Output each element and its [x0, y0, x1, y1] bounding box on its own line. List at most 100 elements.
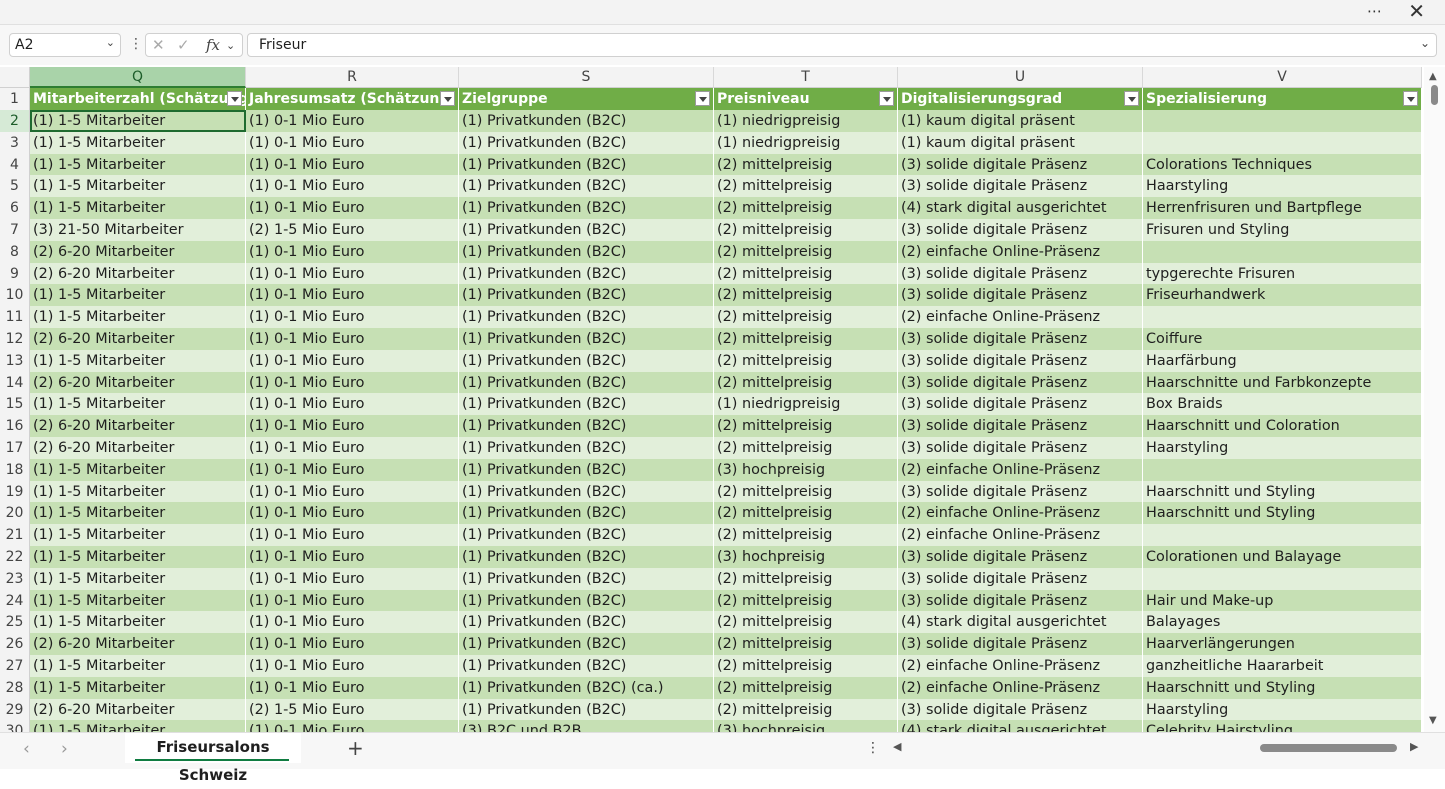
table-cell[interactable]: (1) 0-1 Mio Euro — [246, 481, 459, 503]
table-cell[interactable]: (1) Privatkunden (B2C) — [459, 568, 714, 590]
select-all-corner[interactable] — [0, 67, 30, 88]
table-cell[interactable]: (1) 1-5 Mitarbeiter — [30, 459, 246, 481]
vertical-dots-icon[interactable]: ⋮ — [866, 740, 880, 756]
table-cell[interactable]: (2) mittelpreisig — [714, 306, 898, 328]
row-header[interactable]: 13 — [0, 350, 30, 372]
table-cell[interactable]: (2) einfache Online-Präsenz — [898, 459, 1143, 481]
table-cell[interactable]: (1) 0-1 Mio Euro — [246, 154, 459, 176]
table-cell[interactable]: (2) 1-5 Mio Euro — [246, 699, 459, 721]
insert-function-icon[interactable]: fx — [206, 36, 220, 54]
table-cell[interactable]: Haarschnitt und Styling — [1143, 677, 1422, 699]
table-cell[interactable]: (2) 6-20 Mitarbeiter — [30, 372, 246, 394]
table-cell[interactable]: (1) Privatkunden (B2C) — [459, 372, 714, 394]
table-cell[interactable]: (2) mittelpreisig — [714, 655, 898, 677]
table-cell[interactable]: (1) Privatkunden (B2C) — [459, 481, 714, 503]
table-cell[interactable]: (2) mittelpreisig — [714, 219, 898, 241]
table-cell[interactable]: Haarschnitte und Farbkonzepte — [1143, 372, 1422, 394]
table-cell[interactable]: Haarfärbung — [1143, 350, 1422, 372]
table-cell[interactable]: (1) 0-1 Mio Euro — [246, 502, 459, 524]
table-cell[interactable]: (3) solide digitale Präsenz — [898, 372, 1143, 394]
row-header[interactable]: 21 — [0, 524, 30, 546]
table-cell[interactable]: (1) Privatkunden (B2C) — [459, 590, 714, 612]
table-cell[interactable]: (4) stark digital ausgerichtet — [898, 611, 1143, 633]
table-cell[interactable]: (1) 1-5 Mitarbeiter — [30, 655, 246, 677]
table-cell[interactable]: (2) mittelpreisig — [714, 372, 898, 394]
column-header-v[interactable]: V — [1143, 67, 1422, 88]
table-cell[interactable]: (1) 1-5 Mitarbeiter — [30, 393, 246, 415]
table-cell[interactable]: (3) solide digitale Präsenz — [898, 633, 1143, 655]
column-header-t[interactable]: T — [714, 67, 898, 88]
table-cell[interactable]: (1) 0-1 Mio Euro — [246, 263, 459, 285]
scroll-up-icon[interactable]: ▲ — [1429, 71, 1437, 82]
table-header-cell[interactable]: Zielgruppe — [459, 88, 714, 110]
row-header[interactable]: 30 — [0, 720, 30, 732]
table-cell[interactable]: (3) B2C und B2B — [459, 720, 714, 732]
table-cell[interactable]: (1) Privatkunden (B2C) — [459, 328, 714, 350]
table-cell[interactable] — [1143, 110, 1422, 132]
table-cell[interactable]: (1) 0-1 Mio Euro — [246, 372, 459, 394]
row-header[interactable]: 11 — [0, 306, 30, 328]
scroll-down-icon[interactable]: ▼ — [1429, 715, 1437, 726]
scroll-right-icon[interactable]: ▶ — [1410, 740, 1418, 753]
table-cell[interactable]: (2) mittelpreisig — [714, 568, 898, 590]
table-cell[interactable]: Haarverlängerungen — [1143, 633, 1422, 655]
table-cell[interactable]: typgerechte Frisuren — [1143, 263, 1422, 285]
table-cell[interactable]: (2) einfache Online-Präsenz — [898, 306, 1143, 328]
table-header-cell[interactable]: Mitarbeiterzahl (Schätzung) — [30, 88, 246, 110]
table-cell[interactable]: (3) solide digitale Präsenz — [898, 546, 1143, 568]
table-cell[interactable]: (1) 0-1 Mio Euro — [246, 350, 459, 372]
column-header-r[interactable]: R — [246, 67, 459, 88]
table-cell[interactable]: Box Braids — [1143, 393, 1422, 415]
table-cell[interactable]: (2) mittelpreisig — [714, 241, 898, 263]
table-cell[interactable]: (4) stark digital ausgerichtet — [898, 197, 1143, 219]
row-header[interactable]: 29 — [0, 699, 30, 721]
table-cell[interactable]: (2) mittelpreisig — [714, 350, 898, 372]
table-cell[interactable]: Haarstyling — [1143, 175, 1422, 197]
table-cell[interactable]: (1) Privatkunden (B2C) — [459, 132, 714, 154]
row-header[interactable]: 25 — [0, 611, 30, 633]
table-cell[interactable]: (2) 6-20 Mitarbeiter — [30, 415, 246, 437]
filter-dropdown-icon[interactable] — [1403, 91, 1418, 106]
table-cell[interactable]: (2) einfache Online-Präsenz — [898, 677, 1143, 699]
table-cell[interactable] — [1143, 306, 1422, 328]
table-cell[interactable]: (3) solide digitale Präsenz — [898, 568, 1143, 590]
table-cell[interactable]: (1) 0-1 Mio Euro — [246, 611, 459, 633]
table-cell[interactable]: Celebrity Hairstyling — [1143, 720, 1422, 732]
row-header[interactable]: 6 — [0, 197, 30, 219]
table-cell[interactable]: (2) mittelpreisig — [714, 502, 898, 524]
table-cell[interactable]: (1) 0-1 Mio Euro — [246, 655, 459, 677]
table-cell[interactable]: (2) mittelpreisig — [714, 328, 898, 350]
table-cell[interactable]: (1) 1-5 Mitarbeiter — [30, 197, 246, 219]
table-cell[interactable]: (1) 1-5 Mitarbeiter — [30, 546, 246, 568]
table-cell[interactable]: (2) mittelpreisig — [714, 437, 898, 459]
table-cell[interactable]: Friseurhandwerk — [1143, 284, 1422, 306]
table-cell[interactable]: (2) 6-20 Mitarbeiter — [30, 241, 246, 263]
table-cell[interactable]: (2) 6-20 Mitarbeiter — [30, 328, 246, 350]
table-cell[interactable]: (1) 1-5 Mitarbeiter — [30, 611, 246, 633]
table-cell[interactable]: (1) 0-1 Mio Euro — [246, 437, 459, 459]
table-cell[interactable]: (1) Privatkunden (B2C) — [459, 459, 714, 481]
table-cell[interactable]: Haarschnitt und Coloration — [1143, 415, 1422, 437]
table-cell[interactable]: (1) Privatkunden (B2C) — [459, 437, 714, 459]
table-cell[interactable]: (2) mittelpreisig — [714, 154, 898, 176]
table-cell[interactable]: (1) Privatkunden (B2C) — [459, 633, 714, 655]
filter-dropdown-icon[interactable] — [227, 91, 242, 106]
chevron-down-icon[interactable]: ⌄ — [226, 39, 235, 52]
table-cell[interactable]: (1) kaum digital präsent — [898, 110, 1143, 132]
table-cell[interactable] — [1143, 524, 1422, 546]
table-cell[interactable]: (1) 1-5 Mitarbeiter — [30, 132, 246, 154]
table-cell[interactable]: (1) Privatkunden (B2C) — [459, 611, 714, 633]
table-cell[interactable]: (1) Privatkunden (B2C) — [459, 219, 714, 241]
table-cell[interactable]: (1) 0-1 Mio Euro — [246, 241, 459, 263]
table-cell[interactable]: Coiffure — [1143, 328, 1422, 350]
table-cell[interactable]: (3) solide digitale Präsenz — [898, 699, 1143, 721]
table-cell[interactable]: (1) Privatkunden (B2C) — [459, 350, 714, 372]
table-cell[interactable]: (3) solide digitale Präsenz — [898, 350, 1143, 372]
more-options-icon[interactable]: ⋯ — [1367, 2, 1383, 20]
row-header[interactable]: 5 — [0, 175, 30, 197]
row-header[interactable]: 24 — [0, 590, 30, 612]
table-cell[interactable]: (1) 0-1 Mio Euro — [246, 328, 459, 350]
table-cell[interactable]: (2) mittelpreisig — [714, 197, 898, 219]
chevron-down-icon[interactable]: ⌄ — [106, 36, 115, 49]
table-cell[interactable]: (1) Privatkunden (B2C) — [459, 197, 714, 219]
